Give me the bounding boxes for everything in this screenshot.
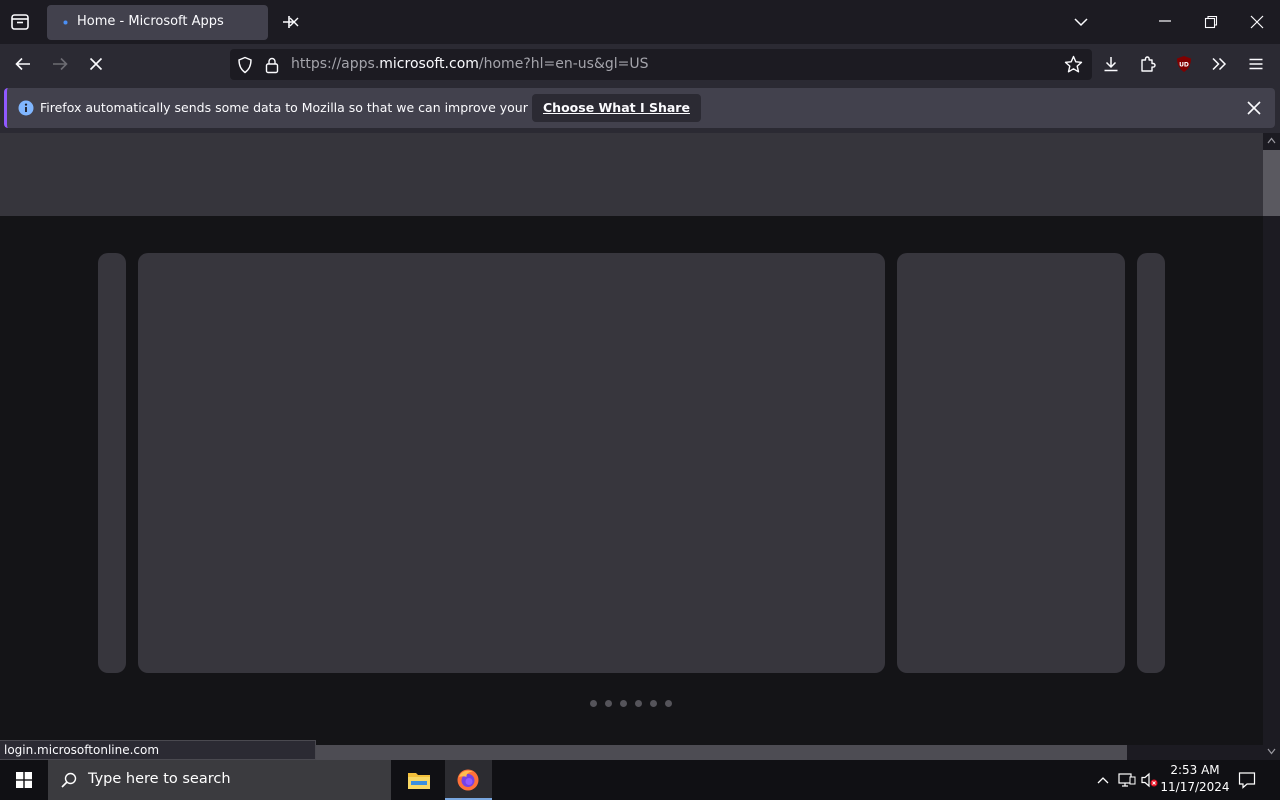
restore-icon[interactable] bbox=[1204, 15, 1218, 29]
search-placeholder: Type here to search bbox=[88, 771, 231, 787]
firefox-view-icon[interactable] bbox=[10, 12, 30, 32]
choose-what-i-share-button[interactable]: Choose What I Share bbox=[532, 94, 701, 122]
url-domain: microsoft.com bbox=[379, 56, 479, 72]
vertical-scrollbar-thumb[interactable] bbox=[1263, 150, 1280, 216]
carousel-dot[interactable] bbox=[650, 700, 657, 707]
carousel-dot[interactable] bbox=[605, 700, 612, 707]
clock-date: 11/17/2024 bbox=[1160, 780, 1230, 794]
url-prefix: https://apps. bbox=[291, 56, 380, 72]
double-chevron-icon[interactable] bbox=[1210, 55, 1228, 73]
notification-center-icon[interactable] bbox=[1238, 771, 1256, 789]
star-icon[interactable] bbox=[1064, 55, 1083, 74]
carousel-dot[interactable] bbox=[590, 700, 597, 707]
chevron-down-icon[interactable] bbox=[1073, 14, 1089, 30]
shield-icon[interactable] bbox=[236, 56, 254, 74]
firefox-taskbar-button[interactable] bbox=[445, 760, 492, 800]
notification-close-icon[interactable] bbox=[1247, 101, 1261, 115]
carousel-dot[interactable] bbox=[620, 700, 627, 707]
notification-message: Firefox automatically sends some data to… bbox=[40, 100, 606, 115]
carousel-card-next-skeleton[interactable] bbox=[1137, 253, 1165, 673]
carousel-card-main-skeleton[interactable] bbox=[138, 253, 885, 673]
minimize-icon[interactable] bbox=[1158, 14, 1172, 28]
scroll-down-icon[interactable] bbox=[1267, 748, 1276, 755]
plus-icon[interactable] bbox=[280, 13, 298, 31]
chevron-up-icon[interactable] bbox=[1096, 774, 1110, 786]
clock-time: 2:53 AM bbox=[1170, 763, 1220, 777]
navigation-toolbar: https://apps.microsoft.com/home?hl=en-us… bbox=[0, 44, 1280, 84]
windows-start-icon[interactable] bbox=[16, 772, 32, 788]
carousel-dot[interactable] bbox=[665, 700, 672, 707]
tab-title: Home - Microsoft Apps bbox=[77, 14, 224, 29]
arrow-left-icon[interactable] bbox=[14, 55, 32, 73]
tab-home-microsoft-apps[interactable]: Home - Microsoft Apps bbox=[47, 5, 299, 40]
vertical-scrollbar[interactable] bbox=[1263, 133, 1280, 760]
arrow-right-icon[interactable] bbox=[51, 55, 69, 73]
page-content bbox=[0, 133, 1264, 745]
carousel-dot[interactable] bbox=[635, 700, 642, 707]
window-close-icon[interactable] bbox=[1250, 15, 1264, 29]
download-icon[interactable] bbox=[1102, 55, 1120, 73]
header-skeleton bbox=[0, 133, 1264, 216]
carousel-dots bbox=[590, 700, 672, 707]
search-icon bbox=[60, 771, 78, 789]
scroll-up-icon[interactable] bbox=[1267, 137, 1276, 144]
notification-area: Firefox automatically sends some data to… bbox=[0, 84, 1280, 133]
taskbar-clock[interactable]: 2:53 AM 11/17/2024 bbox=[1160, 762, 1230, 796]
url-suffix: /home?hl=en-us&gl=US bbox=[478, 56, 649, 72]
puzzle-icon[interactable] bbox=[1139, 55, 1157, 73]
url-bar[interactable]: https://apps.microsoft.com/home?hl=en-us… bbox=[230, 49, 1092, 80]
network-icon[interactable] bbox=[1118, 772, 1136, 788]
info-icon bbox=[18, 100, 34, 116]
loading-spinner-icon bbox=[63, 20, 68, 25]
taskbar: Type here to search 2:53 AM 11/17/2024 bbox=[0, 760, 1280, 800]
ublock-icon[interactable]: UD bbox=[1175, 55, 1193, 73]
carousel-card-side-skeleton[interactable] bbox=[897, 253, 1125, 673]
horizontal-scrollbar-thumb[interactable] bbox=[312, 745, 1127, 760]
tab-strip: Home - Microsoft Apps bbox=[0, 0, 1280, 44]
status-link-preview: login.microsoftonline.com bbox=[0, 740, 316, 760]
lock-icon[interactable] bbox=[264, 56, 280, 74]
taskbar-search-box[interactable]: Type here to search bbox=[48, 760, 391, 800]
carousel-card-prev-skeleton[interactable] bbox=[98, 253, 126, 673]
url-text[interactable]: https://apps.microsoft.com/home?hl=en-us… bbox=[291, 56, 649, 72]
data-reporting-notification: Firefox automatically sends some data to… bbox=[4, 88, 1275, 128]
firefox-icon bbox=[457, 769, 479, 791]
volume-muted-icon[interactable] bbox=[1141, 772, 1159, 788]
hamburger-icon[interactable] bbox=[1247, 55, 1265, 73]
close-icon[interactable] bbox=[87, 55, 105, 73]
svg-text:UD: UD bbox=[1179, 62, 1189, 69]
file-explorer-icon[interactable] bbox=[407, 769, 431, 791]
